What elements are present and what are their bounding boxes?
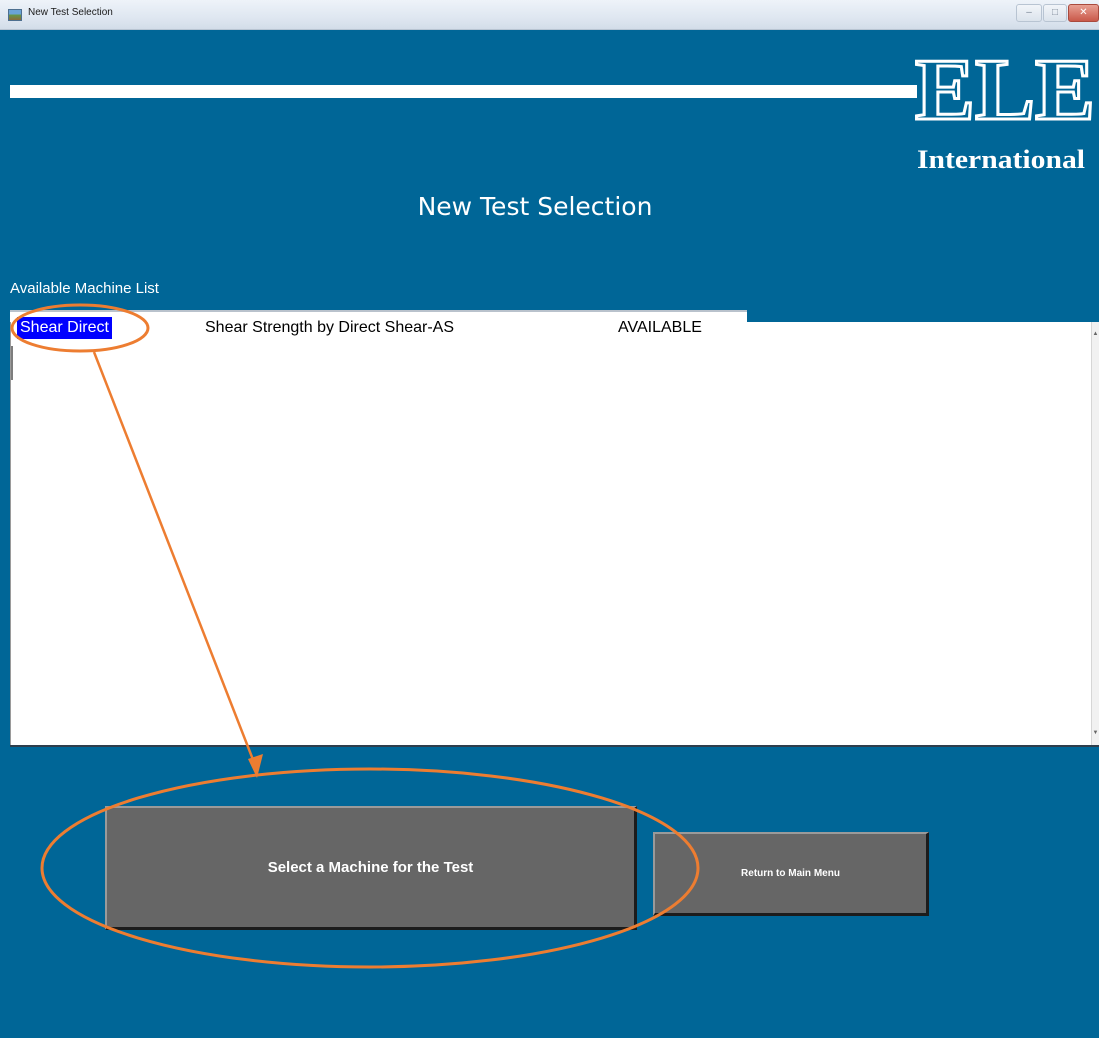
window-title: New Test Selection — [28, 7, 113, 18]
scroll-up-icon[interactable]: ▲ — [1092, 330, 1099, 338]
return-main-menu-button[interactable]: Return to Main Menu — [653, 832, 929, 916]
machine-description-cell[interactable]: Shear Strength by Direct Shear-AS — [205, 316, 454, 340]
window-title-bar — [0, 0, 1099, 30]
maximize-button[interactable]: □ — [1043, 4, 1067, 22]
machine-list-label: Available Machine List — [10, 280, 159, 297]
machine-list[interactable] — [10, 310, 1099, 745]
header-divider — [10, 85, 915, 98]
list-scrollbar[interactable]: ▲ ▼ — [1091, 322, 1099, 745]
list-left-edge — [10, 322, 11, 745]
machine-name-cell[interactable]: Shear Direct — [16, 316, 113, 340]
maximize-icon: □ — [1051, 7, 1059, 18]
text-cursor — [11, 346, 13, 380]
screen-title: New Test Selection — [417, 192, 653, 221]
list-header-strip — [747, 310, 1099, 322]
logo-main-text: ELE — [915, 42, 1095, 139]
minimize-icon: – — [1026, 7, 1032, 18]
logo-sub-text: International — [917, 145, 1085, 174]
scroll-down-icon[interactable]: ▼ — [1092, 729, 1099, 737]
app-icon — [8, 9, 22, 21]
close-button[interactable]: ✕ — [1068, 4, 1099, 22]
list-bottom-border — [10, 745, 1099, 747]
ele-international-logo: ELE International — [903, 41, 1097, 174]
select-machine-button[interactable]: Select a Machine for the Test — [105, 806, 637, 930]
close-icon: ✕ — [1079, 7, 1088, 18]
machine-status-cell[interactable]: AVAILABLE — [618, 316, 702, 340]
minimize-button[interactable]: – — [1016, 4, 1042, 22]
